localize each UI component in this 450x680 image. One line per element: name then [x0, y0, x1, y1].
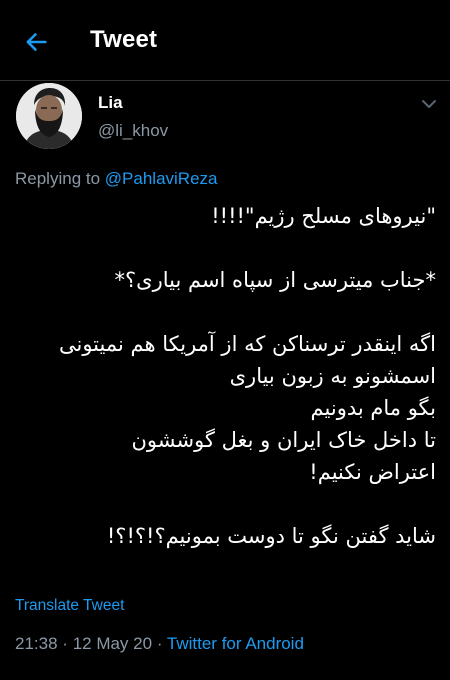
tweet-menu-button[interactable]	[416, 94, 442, 114]
arrow-left-icon	[26, 33, 47, 51]
reply-mention-link[interactable]: @PahlaviReza	[105, 169, 218, 188]
translate-tweet-link[interactable]: Translate Tweet	[15, 597, 124, 615]
tweet-line: اسمشونو به زبون بیاری	[229, 364, 436, 388]
tweet-line: اعتراض نکنیم!	[309, 460, 436, 484]
author-name[interactable]: Lia	[98, 93, 123, 113]
tweet-line: تا داخل خاک ایران و بغل گوششون	[131, 428, 436, 452]
tweet-line: *جناب میترسی از سپاه اسم بیاری؟*	[114, 268, 437, 292]
tweet-line: "نیروهای مسلح رژیم"!!!!	[211, 204, 436, 228]
avatar[interactable]	[16, 83, 82, 149]
tweet-line: اگه اینقدر ترسناکن که از آمریکا هم نمیتو…	[58, 332, 436, 356]
meta-separator: ·	[62, 634, 68, 653]
reply-prefix: Replying to	[15, 169, 101, 188]
page-title: Tweet	[90, 26, 158, 53]
tweet-line: بگو مام بدونیم	[310, 396, 436, 420]
app-header: Tweet	[0, 0, 450, 81]
meta-separator: ·	[156, 634, 163, 653]
tweet-time: 21:38	[15, 634, 58, 653]
back-button[interactable]	[22, 28, 50, 56]
tweet-date: 12 May 20	[72, 634, 153, 653]
user-avatar-photo	[16, 83, 82, 149]
chevron-down-icon	[422, 100, 436, 108]
reply-context: Replying to @PahlaviReza	[15, 169, 218, 189]
tweet-client-link[interactable]: Twitter for Android	[167, 634, 304, 653]
tweet-metadata: 21:38 · 12 May 20 · Twitter for Android	[15, 634, 304, 654]
tweet-line: شاید گفتن نگو تا دوست بمونیم؟!؟!؟!	[106, 524, 436, 548]
author-handle[interactable]: @li_khov	[98, 121, 168, 141]
tweet-text: "نیروهای مسلح رژیم"!!!! *جناب میترسی از …	[14, 200, 436, 552]
